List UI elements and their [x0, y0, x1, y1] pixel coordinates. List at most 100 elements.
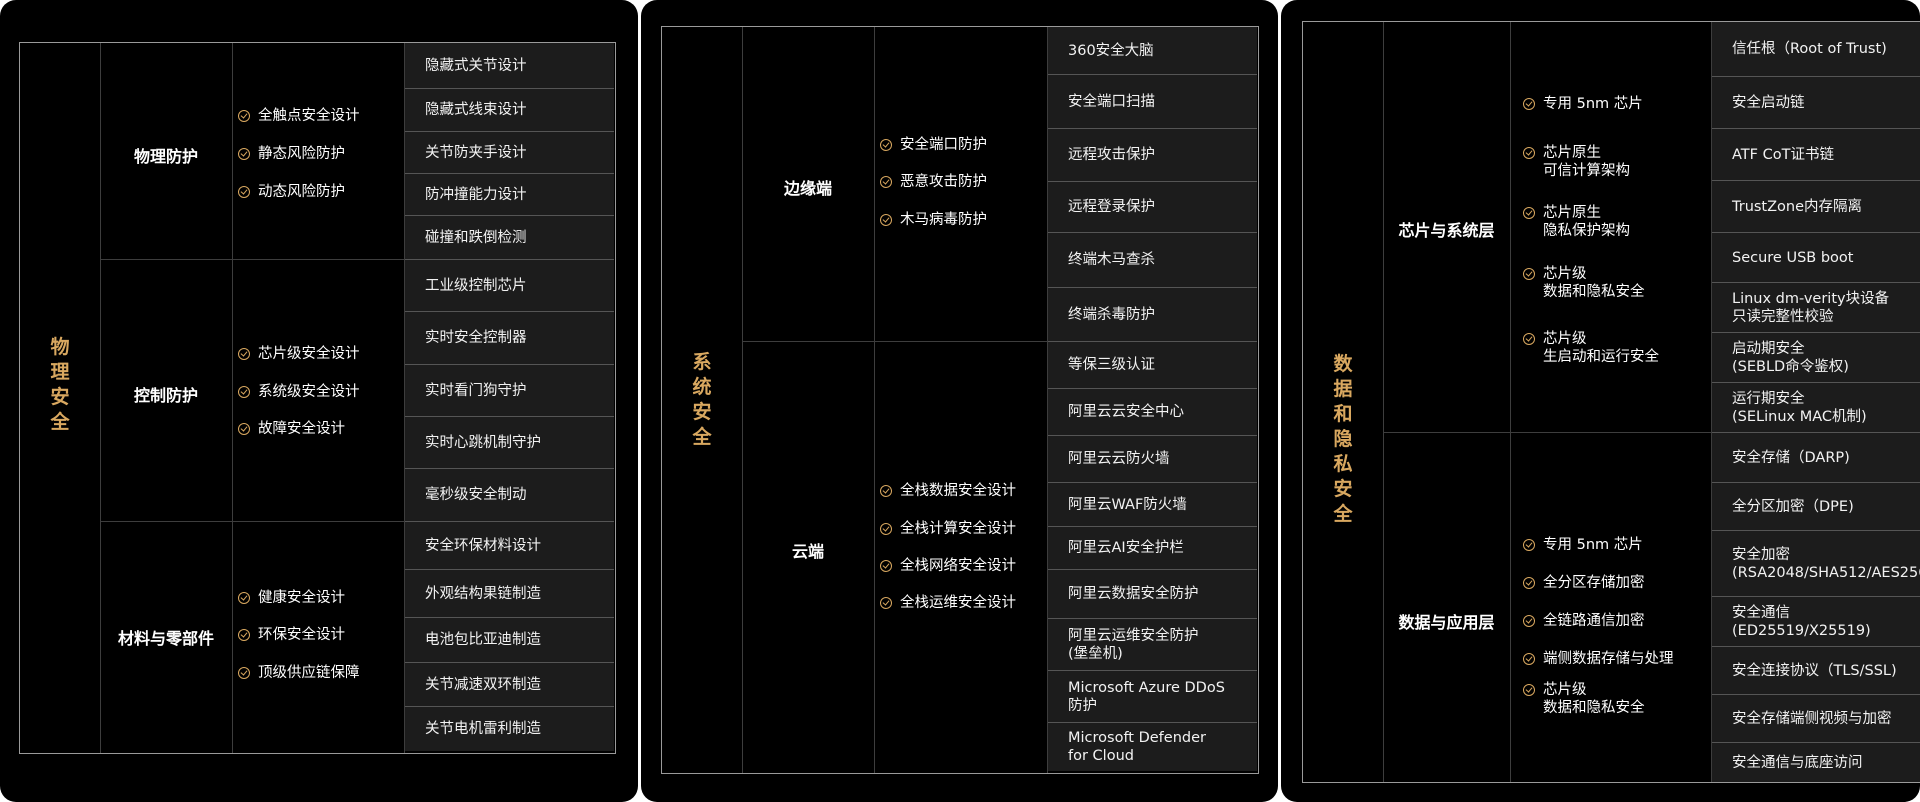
- item-cell: 电池包比亚迪制造: [405, 617, 614, 662]
- feature-item: 静态风险防护: [238, 145, 345, 163]
- check-icon: [238, 667, 250, 679]
- item-cell: 安全端口扫描: [1048, 74, 1257, 128]
- item-cell: 安全连接协议（TLS/SSL): [1712, 646, 1920, 694]
- item-cell: 安全环保材料设计: [405, 521, 614, 569]
- panel-physical-security: 物 理 安 全 物理防护 控制防护 材料与零部件 全触点安全设计 静态风险防护 …: [0, 0, 638, 802]
- feature-item: 全触点安全设计: [238, 107, 360, 125]
- check-icon: [880, 139, 892, 151]
- item-cell: Linux dm-verity块设备 只读完整性校验: [1712, 282, 1920, 332]
- item-cell: 防冲撞能力设计: [405, 173, 614, 215]
- item-cell: 安全存储（DARP): [1712, 432, 1920, 482]
- feature-item: 顶级供应链保障: [238, 664, 360, 682]
- category-label: 系 统 安 全: [692, 351, 712, 448]
- divider: [100, 521, 404, 522]
- panel-system-security: 系 统 安 全 边缘端 云端 安全端口防护 恶意攻击防护 木马病毒防护 全栈数据…: [641, 0, 1278, 802]
- item-cell: 安全通信 (ED25519/X25519): [1712, 596, 1920, 646]
- item-cell: 全分区加密（DPE): [1712, 482, 1920, 530]
- item-cell: 实时安全控制器: [405, 311, 614, 364]
- category-label: 物 理 安 全: [50, 336, 70, 433]
- item-cell: 信任根（Root of Trust): [1712, 22, 1920, 76]
- check-icon: [238, 592, 250, 604]
- category-label: 数 据 和 隐 私 安 全: [1333, 353, 1353, 525]
- table-frame: 系 统 安 全 边缘端 云端 安全端口防护 恶意攻击防护 木马病毒防护 全栈数据…: [661, 26, 1259, 774]
- item-cell: 外观结构果链制造: [405, 569, 614, 617]
- item-cell: 关节电机雷利制造: [405, 706, 614, 751]
- divider: [1510, 22, 1511, 782]
- group-label: 材料与零部件: [117, 629, 214, 648]
- group-label: 控制防护: [133, 386, 198, 405]
- item-cell: Microsoft Defender for Cloud: [1048, 722, 1257, 771]
- check-icon: [880, 214, 892, 226]
- feature-item: 木马病毒防护: [880, 211, 987, 229]
- item-cell: 工业级控制芯片: [405, 259, 614, 311]
- item-cell: Secure USB boot: [1712, 232, 1920, 282]
- check-icon: [1523, 98, 1535, 110]
- feature-item: 故障安全设计: [238, 420, 345, 438]
- feature-item: 健康安全设计: [238, 589, 345, 607]
- divider: [874, 27, 875, 773]
- item-cell: 远程攻击保护: [1048, 128, 1257, 181]
- group-label: 数据与应用层: [1398, 613, 1495, 632]
- check-icon: [238, 423, 250, 435]
- check-icon: [880, 523, 892, 535]
- divider: [742, 27, 743, 773]
- item-cell: 启动期安全 (SEBLD命令鉴权): [1712, 332, 1920, 382]
- check-icon: [1523, 653, 1535, 665]
- item-cell: 阿里云WAF防火墙: [1048, 482, 1257, 526]
- item-cell: 实时看门狗守护: [405, 364, 614, 416]
- check-icon: [238, 186, 250, 198]
- divider: [742, 341, 1047, 342]
- feature-item: 芯片级 数据和隐私安全: [1523, 265, 1645, 301]
- item-cell: 360安全大脑: [1048, 27, 1257, 74]
- feature-item: 恶意攻击防护: [880, 173, 987, 191]
- item-cell: 等保三级认证: [1048, 341, 1257, 388]
- check-icon: [880, 176, 892, 188]
- group-label: 芯片与系统层: [1398, 221, 1495, 240]
- divider: [100, 259, 404, 260]
- feature-item: 芯片级安全设计: [238, 345, 360, 363]
- item-cell: 碰撞和跌倒检测: [405, 215, 614, 259]
- table-frame: 物 理 安 全 物理防护 控制防护 材料与零部件 全触点安全设计 静态风险防护 …: [19, 42, 616, 754]
- item-cell: 关节减速双环制造: [405, 662, 614, 706]
- item-cell: 阿里云云防火墙: [1048, 435, 1257, 482]
- feature-item: 端侧数据存储与处理: [1523, 650, 1674, 668]
- check-icon: [1523, 577, 1535, 589]
- check-icon: [1523, 539, 1535, 551]
- item-cell: 关节防夹手设计: [405, 131, 614, 173]
- item-cell: 安全启动链: [1712, 76, 1920, 128]
- feature-item: 全栈网络安全设计: [880, 557, 1016, 575]
- feature-item: 系统级安全设计: [238, 383, 360, 401]
- item-cell: 远程登录保护: [1048, 181, 1257, 232]
- feature-item: 全栈数据安全设计: [880, 482, 1016, 500]
- item-cell: 毫秒级安全制动: [405, 468, 614, 521]
- item-cell: 阿里云运维安全防护 (堡垒机): [1048, 618, 1257, 670]
- item-cell: 安全存储端侧视频与加密: [1712, 694, 1920, 742]
- group-label: 边缘端: [783, 179, 832, 198]
- item-cell: 隐藏式关节设计: [405, 43, 614, 88]
- item-cell: 安全加密 (RSA2048/SHA512/AES256): [1712, 530, 1920, 596]
- check-icon: [238, 386, 250, 398]
- feature-item: 全栈计算安全设计: [880, 520, 1016, 538]
- group-label: 云端: [791, 542, 824, 561]
- item-cell: 实时心跳机制守护: [405, 416, 614, 468]
- check-icon: [1523, 333, 1535, 345]
- divider: [1383, 432, 1711, 433]
- feature-item: 芯片级 生启动和运行安全: [1523, 330, 1659, 366]
- feature-item: 专用 5nm 芯片: [1523, 536, 1643, 554]
- table-frame: 数 据 和 隐 私 安 全 芯片与系统层 数据与应用层 专用 5nm 芯片 芯片…: [1302, 21, 1920, 783]
- feature-item: 环保安全设计: [238, 626, 345, 644]
- item-cell: 终端杀毒防护: [1048, 287, 1257, 341]
- check-icon: [880, 485, 892, 497]
- feature-item: 安全端口防护: [880, 136, 987, 154]
- check-icon: [238, 348, 250, 360]
- item-cell: 运行期安全 (SELinux MAC机制): [1712, 382, 1920, 432]
- item-cell: 隐藏式线束设计: [405, 88, 614, 131]
- feature-item: 动态风险防护: [238, 183, 345, 201]
- check-icon: [1523, 147, 1535, 159]
- check-icon: [238, 148, 250, 160]
- feature-item: 芯片原生 可信计算架构: [1523, 144, 1630, 180]
- feature-item: 全链路通信加密: [1523, 612, 1645, 630]
- item-cell: Microsoft Azure DDoS 防护: [1048, 670, 1257, 722]
- feature-item: 全分区存储加密: [1523, 574, 1645, 592]
- divider: [232, 43, 233, 753]
